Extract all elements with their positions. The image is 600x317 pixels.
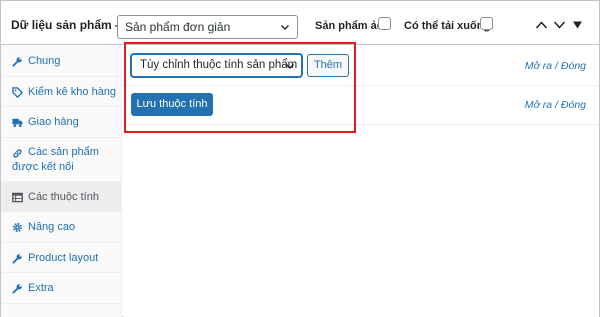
tab-attributes-label: Các thuộc tính	[28, 191, 99, 203]
table-icon	[12, 192, 23, 203]
move-up-icon[interactable]	[535, 20, 548, 30]
move-down-icon[interactable]	[553, 20, 566, 30]
tab-linked-products-line2: được kết nối	[12, 161, 74, 173]
link-icon	[13, 149, 22, 158]
wrench-icon	[12, 254, 22, 264]
tab-linked-products-line1: Các sản phẩm	[28, 146, 99, 158]
panel-title: Dữ liệu sản phẩm —	[11, 18, 128, 32]
product-data-tabs: Chung Kiểm kê kho hàng Giao hàng Các sản…	[1, 46, 122, 317]
tab-advanced[interactable]: Nâng cao	[1, 212, 122, 243]
tab-extra[interactable]: Extra	[1, 273, 122, 304]
tab-extra-label: Extra	[28, 282, 54, 294]
tab-general-label: Chung	[28, 55, 61, 67]
gear-icon	[12, 222, 23, 233]
product-data-panel: Dữ liệu sản phẩm — Sản phẩm đơn giản Sản…	[0, 0, 600, 317]
tab-inventory-label: Kiểm kê kho hàng	[28, 86, 117, 98]
expand-collapse-link[interactable]: Mở ra / Đóng	[525, 60, 586, 72]
tab-advanced-label: Nâng cao	[28, 221, 76, 233]
product-type-select[interactable]: Sản phẩm đơn giản	[117, 15, 298, 39]
chevron-down-icon	[281, 25, 289, 30]
highlight-box	[124, 42, 356, 133]
tab-shipping[interactable]: Giao hàng	[1, 107, 122, 138]
tab-product-layout-label: Product layout	[28, 252, 99, 264]
wrench-icon	[12, 57, 22, 67]
expand-collapse-link-bottom[interactable]: Mở ra / Đóng	[525, 99, 586, 111]
tag-icon	[12, 87, 23, 98]
tab-shipping-label: Giao hàng	[28, 116, 79, 128]
product-type-value: Sản phẩm đơn giản	[125, 20, 231, 34]
tab-inventory[interactable]: Kiểm kê kho hàng	[1, 77, 122, 107]
tab-linked-products[interactable]: Các sản phẩm được kết nối	[1, 138, 122, 182]
panel-header: Dữ liệu sản phẩm — Sản phẩm đơn giản Sản…	[1, 1, 599, 45]
tab-general[interactable]: Chung	[1, 46, 122, 77]
tab-attributes[interactable]: Các thuộc tính	[1, 182, 122, 212]
virtual-label: Sản phẩm ảo:	[315, 20, 388, 32]
tab-product-layout[interactable]: Product layout	[1, 243, 122, 273]
truck-icon	[12, 118, 23, 127]
virtual-checkbox[interactable]	[378, 17, 391, 30]
wrench-icon	[12, 284, 22, 294]
collapse-toggle-icon[interactable]	[571, 20, 584, 30]
downloadable-checkbox[interactable]	[480, 17, 493, 30]
